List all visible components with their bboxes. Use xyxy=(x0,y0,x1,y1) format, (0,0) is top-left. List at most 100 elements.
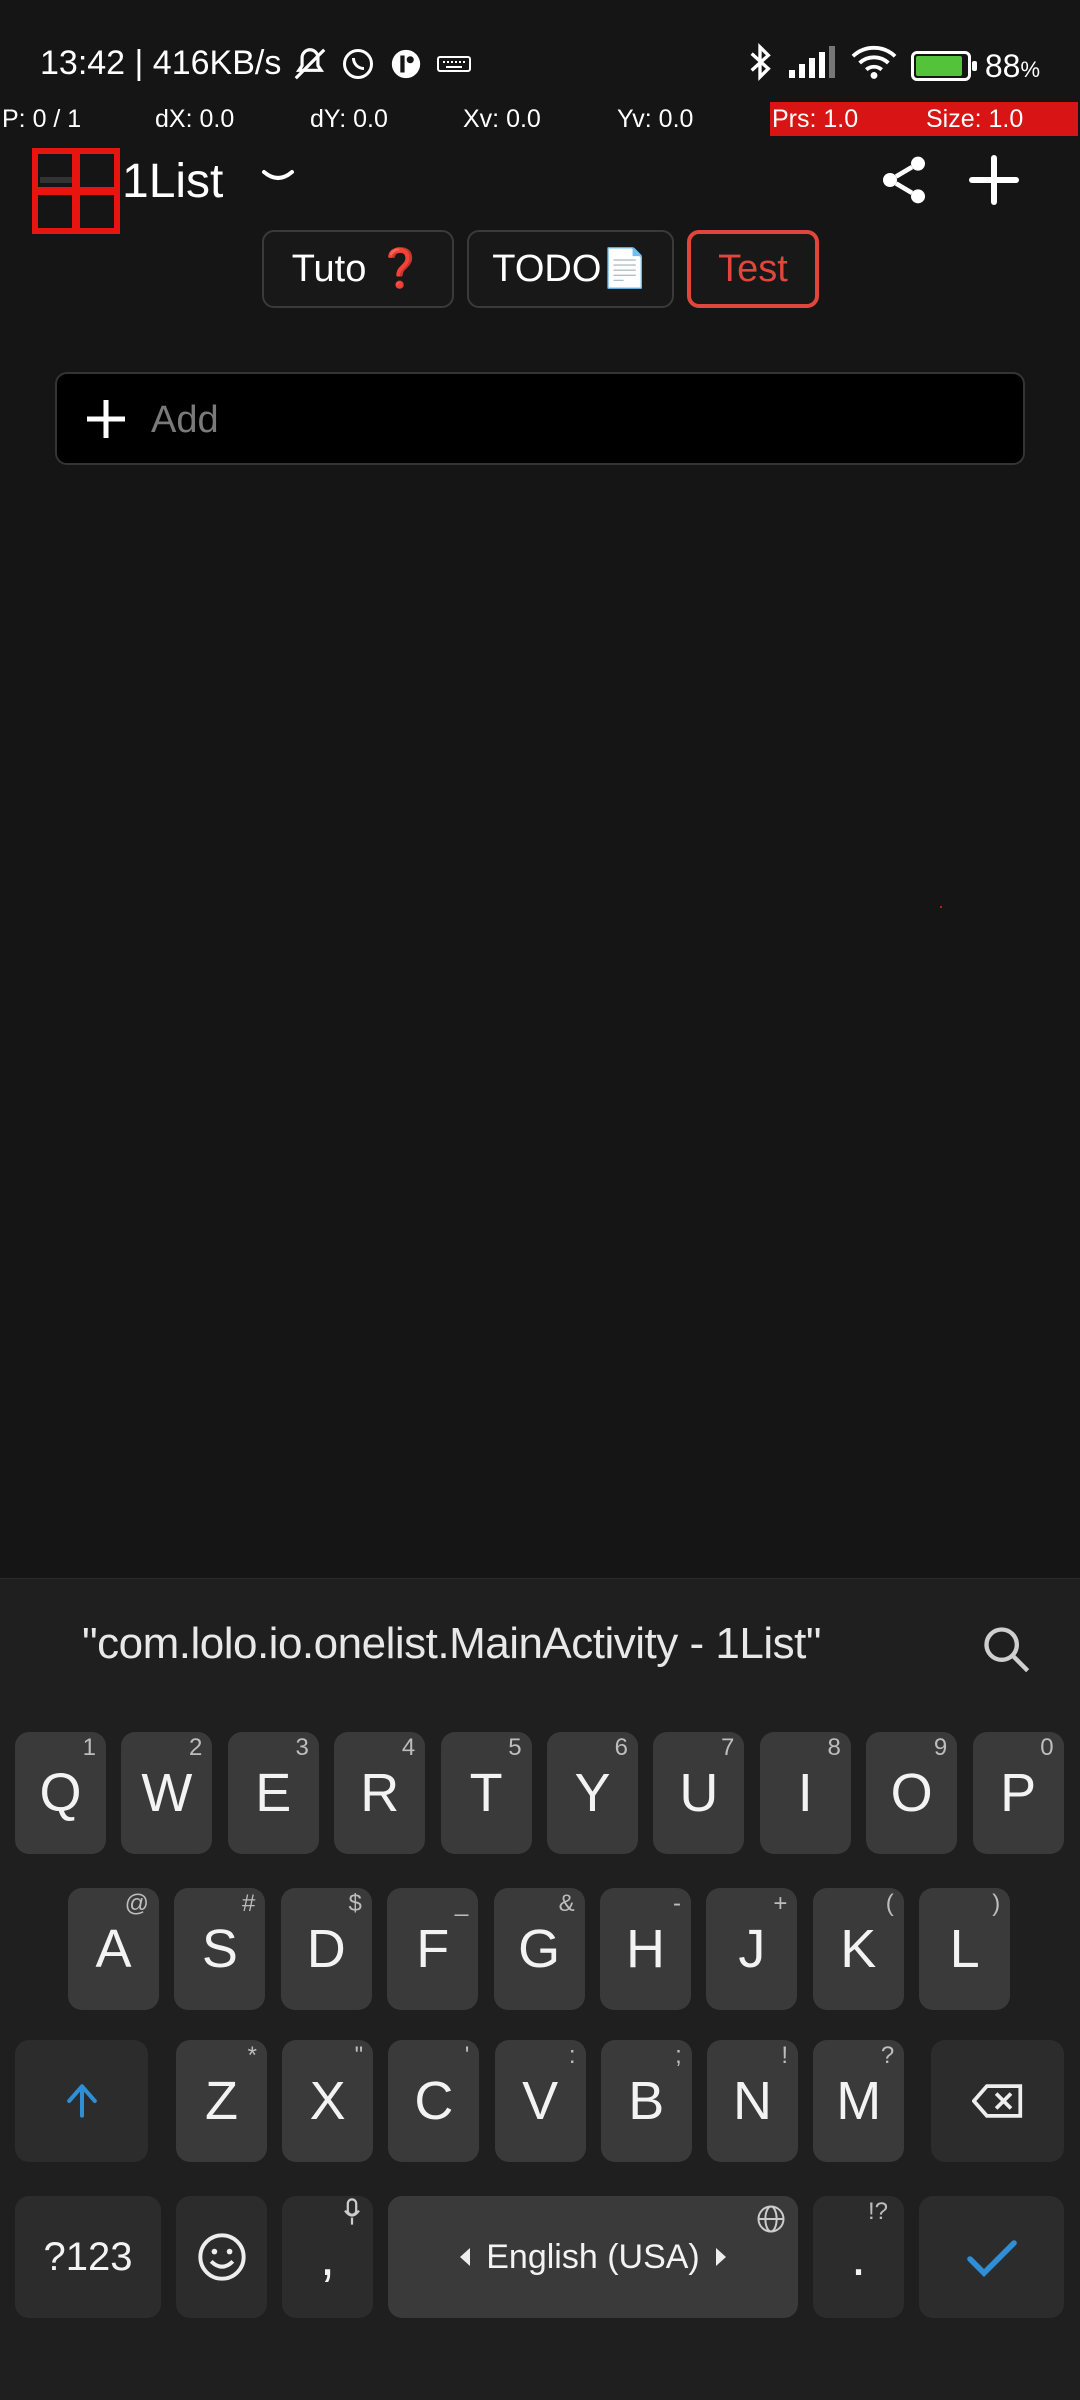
key-o[interactable]: O9 xyxy=(866,1732,958,1854)
key-label: V xyxy=(522,2071,559,2131)
tab-todo[interactable]: TODO📄 xyxy=(467,230,674,308)
tab-tuto[interactable]: Tuto ❓ xyxy=(262,230,454,308)
mic-icon xyxy=(341,2198,363,2233)
pointer-yv: Yv: 0.0 xyxy=(617,105,694,133)
key-label: J xyxy=(738,1919,766,1979)
key-secondary-label: _ xyxy=(454,1890,469,1917)
suggestion-text[interactable]: "com.lolo.io.onelist.MainActivity - 1Lis… xyxy=(82,1619,821,1669)
key-g[interactable]: G & xyxy=(493,1888,585,2010)
pointer-location-overlay: P: 0 / 1 dX: 0.0 dY: 0.0 Xv: 0.0 Yv: 0.0… xyxy=(0,102,1080,136)
key-secondary-label: & xyxy=(558,1890,575,1917)
key-secondary-label: # xyxy=(242,1890,256,1917)
search-icon[interactable] xyxy=(980,1623,1032,1675)
add-item-input[interactable] xyxy=(149,388,993,452)
key-a[interactable]: A @ xyxy=(68,1888,159,2010)
key-e[interactable]: E3 xyxy=(227,1732,319,1854)
space-label-group: English (USA) xyxy=(460,2238,726,2277)
key-label: P xyxy=(1000,1763,1037,1823)
app-title: 1List xyxy=(122,155,224,208)
app-bar: 1List xyxy=(0,138,1080,238)
key-secondary-label: ? xyxy=(880,2042,895,2069)
key-label: N xyxy=(733,2071,772,2131)
key-z[interactable]: Z * xyxy=(176,2040,267,2162)
key-secondary-label: 4 xyxy=(401,1734,416,1761)
key-u[interactable]: U7 xyxy=(653,1732,745,1854)
share-icon[interactable] xyxy=(876,152,932,208)
list-tabs: Tuto ❓ TODO📄 Test xyxy=(0,230,1080,310)
key-label: M xyxy=(836,2071,882,2131)
key-l[interactable]: L) xyxy=(919,1888,1011,2010)
chevron-down-icon[interactable] xyxy=(258,158,298,198)
battery-fill xyxy=(915,56,962,76)
key-k[interactable]: K( xyxy=(812,1888,904,2010)
touch-trace-dot xyxy=(940,906,942,908)
space-key[interactable]: English (USA) xyxy=(388,2196,798,2318)
key-y[interactable]: Y6 xyxy=(547,1732,638,1854)
whatsapp-icon xyxy=(339,45,377,83)
backspace-key[interactable] xyxy=(931,2040,1064,2162)
key-w[interactable]: W2 xyxy=(121,1732,213,1854)
language-prev-icon xyxy=(460,2248,471,2266)
add-item-field[interactable] xyxy=(55,372,1025,465)
key-n[interactable]: N! xyxy=(707,2040,798,2162)
pointer-dy: dY: 0.0 xyxy=(310,105,388,133)
key-r[interactable]: R4 xyxy=(334,1732,426,1854)
checkmark-icon xyxy=(966,2240,1017,2277)
key-secondary-label: 1 xyxy=(82,1734,96,1761)
period-key[interactable]: . !? xyxy=(813,2196,904,2318)
battery-percent: 88% xyxy=(984,47,1040,84)
key-secondary-label: - xyxy=(673,1890,681,1917)
key-x[interactable]: X " xyxy=(282,2040,374,2162)
key-c[interactable]: C ' xyxy=(388,2040,480,2162)
add-plus-icon[interactable] xyxy=(79,392,133,446)
key-label: Y xyxy=(574,1763,611,1823)
key-i[interactable]: I8 xyxy=(759,1732,851,1854)
key-h[interactable]: H- xyxy=(600,1888,691,2010)
pointer-count: P: 0 / 1 xyxy=(2,105,82,133)
key-p[interactable]: P0 xyxy=(972,1732,1064,1854)
key-secondary-label: 9 xyxy=(933,1734,948,1761)
tab-test[interactable]: Test xyxy=(687,230,819,308)
enter-key[interactable] xyxy=(919,2196,1064,2318)
app-logo-icon xyxy=(30,146,122,236)
comma-label: , xyxy=(319,2227,335,2287)
key-label: R xyxy=(360,1763,400,1823)
key-m[interactable]: M? xyxy=(813,2040,905,2162)
period-label: . xyxy=(850,2227,866,2287)
key-label: H xyxy=(626,1919,665,1979)
key-label: O xyxy=(890,1763,933,1823)
key-j[interactable]: J + xyxy=(706,1888,798,2010)
key-secondary-label: ; xyxy=(675,2042,682,2069)
status-right: 88% xyxy=(747,42,1040,90)
key-secondary-label: ( xyxy=(885,1890,894,1917)
key-d[interactable]: D $ xyxy=(280,1888,372,2010)
plus-icon[interactable] xyxy=(964,150,1024,210)
key-secondary-label: @ xyxy=(124,1890,149,1917)
key-secondary-label: 5 xyxy=(508,1734,522,1761)
pointer-dx: dX: 0.0 xyxy=(155,105,235,133)
key-secondary-label: ) xyxy=(992,1890,1001,1917)
language-label: English (USA) xyxy=(486,2237,700,2276)
key-secondary-label: 8 xyxy=(827,1734,841,1761)
key-b[interactable]: B; xyxy=(600,2040,692,2162)
key-q[interactable]: Q1 xyxy=(15,1732,106,1854)
shift-key[interactable] xyxy=(15,2040,148,2162)
key-label: L xyxy=(949,1919,980,1979)
key-s[interactable]: S # xyxy=(174,1888,266,2010)
comma-key[interactable]: , xyxy=(282,2196,373,2318)
key-f[interactable]: F _ xyxy=(387,1888,479,2010)
status-left: 13:42 | 416KB/s xyxy=(40,44,473,83)
globe-icon xyxy=(756,2204,786,2241)
pointer-pressure: Prs: 1.0 xyxy=(770,102,920,136)
key-secondary-label: : xyxy=(568,2042,576,2069)
emoji-key[interactable] xyxy=(176,2196,267,2318)
pointer-size: Size: 1.0 xyxy=(920,102,1078,136)
key-label: F xyxy=(416,1919,450,1979)
key-secondary-label: ' xyxy=(464,2042,470,2069)
symbols-key[interactable]: ?123 xyxy=(15,2196,161,2318)
key-label: C xyxy=(414,2071,454,2131)
key-secondary-label: $ xyxy=(348,1890,362,1917)
key-v[interactable]: V: xyxy=(494,2040,586,2162)
key-secondary-label: " xyxy=(354,2042,364,2069)
key-t[interactable]: T5 xyxy=(440,1732,532,1854)
